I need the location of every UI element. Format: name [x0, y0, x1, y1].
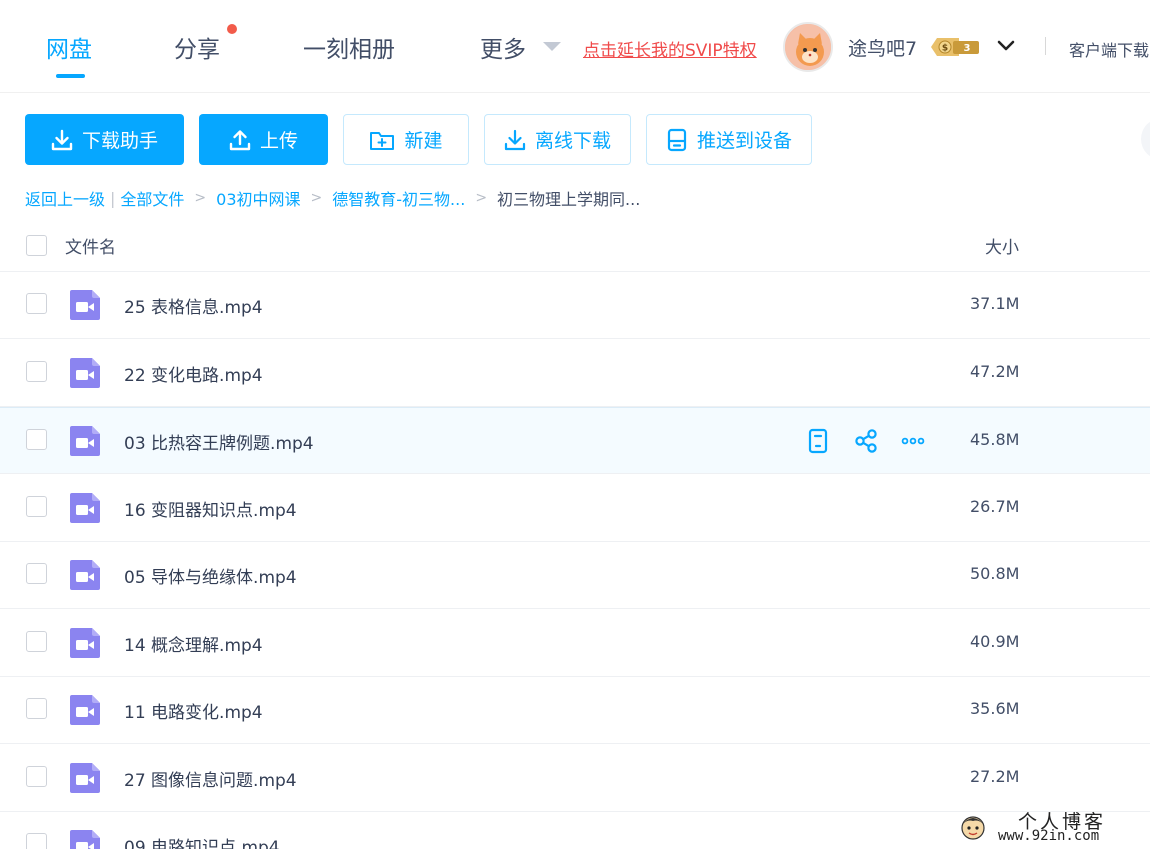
offline-download-label: 离线下载 — [534, 130, 611, 152]
chevron-right-icon: > — [310, 190, 323, 206]
file-name[interactable]: 22 变化电路.mp4 — [124, 361, 263, 386]
top-nav-bar: 网盘 分享 一刻相册 更多 点击延长我的SVIP特权 途鸟吧7 $ 3 客户端下… — [0, 0, 1150, 93]
svg-text:$: $ — [942, 44, 948, 54]
tab-netdisk[interactable]: 网盘 — [46, 30, 92, 64]
file-name[interactable]: 03 比热容王牌例题.mp4 — [124, 429, 314, 454]
search-box[interactable] — [1141, 118, 1150, 160]
file-size: 50.8M — [970, 564, 1020, 583]
file-name[interactable]: 25 表格信息.mp4 — [124, 293, 263, 318]
share-icon[interactable] — [853, 428, 879, 454]
file-name[interactable]: 11 电路变化.mp4 — [124, 698, 263, 723]
avatar[interactable] — [783, 22, 833, 72]
username[interactable]: 途鸟吧7 — [848, 34, 917, 61]
new-folder-button[interactable]: 新建 — [343, 114, 469, 165]
new-folder-icon — [370, 131, 395, 150]
file-name[interactable]: 14 概念理解.mp4 — [124, 631, 263, 656]
push-device-icon[interactable] — [805, 428, 831, 454]
download-helper-label: 下载助手 — [81, 130, 158, 152]
video-file-icon — [70, 290, 100, 320]
file-size: 45.8M — [970, 430, 1020, 449]
file-row[interactable]: 11 电路变化.mp4 35.6M — [0, 677, 1150, 744]
video-file-icon — [70, 762, 100, 793]
vip-level-text: 3 — [964, 43, 971, 54]
video-file-icon — [70, 560, 100, 590]
push-to-device-button[interactable]: 推送到设备 — [646, 114, 812, 165]
row-checkbox[interactable] — [26, 293, 47, 314]
file-row[interactable]: 16 变阻器知识点.mp4 26.7M — [0, 475, 1150, 542]
blog-mascot-icon — [961, 816, 985, 840]
chevron-down-icon[interactable] — [995, 34, 1017, 56]
watermark-url: www.92in.com — [998, 828, 1100, 844]
breadcrumb-folder-1[interactable]: 03初中网课 — [216, 186, 300, 210]
cat-avatar-icon — [785, 24, 831, 70]
breadcrumb: 返回上一级 | 全部文件 > 03初中网课 > 德智教育-初三物... > 初三… — [25, 186, 640, 210]
nav-divider — [1045, 37, 1046, 55]
file-list-header: 文件名 大小 — [0, 222, 1150, 272]
breadcrumb-folder-2[interactable]: 德智教育-初三物... — [332, 186, 465, 210]
new-folder-label: 新建 — [404, 130, 443, 152]
video-file-icon — [70, 830, 100, 849]
tab-album[interactable]: 一刻相册 — [303, 30, 395, 64]
file-row[interactable]: 25 表格信息.mp4 37.1M — [0, 272, 1150, 339]
notification-dot — [227, 24, 237, 34]
tab-share[interactable]: 分享 — [174, 30, 220, 64]
breadcrumb-current: 初三物理上学期同... — [497, 190, 641, 209]
video-file-icon — [70, 357, 100, 388]
breadcrumb-all-files[interactable]: 全部文件 — [120, 186, 184, 210]
upload-label: 上传 — [259, 130, 298, 152]
column-header-size[interactable]: 大小 — [985, 233, 1019, 258]
download-helper-button[interactable]: 下载助手 — [25, 114, 184, 165]
active-tab-underline — [56, 74, 85, 78]
svip-promo-link[interactable]: 点击延长我的SVIP特权 — [583, 36, 757, 61]
file-size: 27.2M — [970, 766, 1020, 786]
file-row[interactable]: 27 图像信息问题.mp4 27.2M — [0, 745, 1150, 812]
offline-download-icon — [504, 129, 526, 150]
file-name[interactable]: 27 图像信息问题.mp4 — [124, 766, 297, 791]
offline-download-button[interactable]: 离线下载 — [484, 114, 631, 165]
video-file-icon — [70, 492, 100, 523]
file-size: 35.6M — [970, 699, 1020, 718]
file-row[interactable]: 22 变化电路.mp4 47.2M — [0, 340, 1150, 407]
file-name[interactable]: 09 电路知识点.mp4 — [124, 833, 280, 849]
file-row[interactable]: 05 导体与绝缘体.mp4 50.8M — [0, 542, 1150, 609]
vip-badge: $ 3 — [929, 36, 981, 58]
video-file-icon — [70, 627, 100, 658]
row-checkbox[interactable] — [26, 360, 47, 382]
row-checkbox[interactable] — [26, 563, 47, 584]
device-icon — [667, 128, 687, 151]
select-all-checkbox[interactable] — [26, 235, 47, 256]
back-link[interactable]: 返回上一级 — [25, 186, 105, 210]
file-size: 47.2M — [970, 361, 1020, 381]
file-size: 26.7M — [970, 496, 1020, 516]
upload-button[interactable]: 上传 — [199, 114, 328, 165]
video-file-icon — [70, 426, 100, 456]
client-download-link[interactable]: 客户端下载 — [1069, 37, 1149, 61]
row-checkbox[interactable] — [26, 495, 47, 517]
file-name[interactable]: 05 导体与绝缘体.mp4 — [124, 563, 297, 588]
row-checkbox[interactable] — [26, 429, 47, 450]
row-checkbox[interactable] — [26, 698, 47, 719]
row-checkbox[interactable] — [26, 765, 47, 787]
chevron-right-icon: > — [194, 190, 207, 206]
tab-more[interactable]: 更多 — [480, 30, 526, 64]
more-options-icon[interactable] — [900, 428, 926, 454]
breadcrumb-divider: | — [110, 188, 116, 208]
push-to-device-label: 推送到设备 — [696, 130, 792, 152]
file-name[interactable]: 16 变阻器知识点.mp4 — [124, 496, 297, 521]
upload-icon — [229, 129, 251, 150]
download-icon — [51, 129, 73, 150]
chevron-right-icon: > — [475, 190, 488, 206]
row-checkbox[interactable] — [26, 630, 47, 652]
file-size: 40.9M — [970, 631, 1020, 651]
file-row[interactable]: 14 概念理解.mp4 40.9M — [0, 610, 1150, 677]
file-row[interactable]: 03 比热容王牌例题.mp4 45.8M — [0, 407, 1150, 474]
caret-down-icon[interactable] — [543, 42, 561, 51]
video-file-icon — [70, 695, 100, 725]
row-checkbox[interactable] — [26, 833, 47, 849]
file-size: 37.1M — [970, 294, 1020, 313]
column-header-name[interactable]: 文件名 — [65, 233, 116, 258]
